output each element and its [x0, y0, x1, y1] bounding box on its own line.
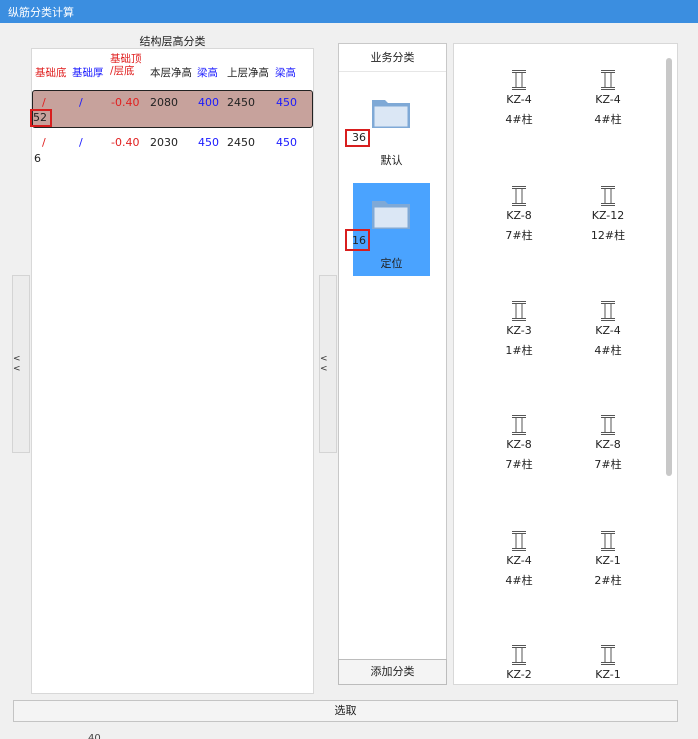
table-cell: 2450 — [227, 96, 255, 109]
column-item[interactable]: KZ-1 — [573, 644, 643, 681]
column-code: KZ-12 — [591, 209, 625, 222]
column-name: 4#柱 — [594, 344, 622, 357]
page-number: 40 — [88, 733, 101, 739]
category-label-default[interactable]: 默认 — [353, 152, 430, 168]
table-cell: / — [79, 96, 83, 109]
i-beam-icon — [601, 301, 615, 321]
category-count: 36 — [352, 131, 366, 144]
column-code: KZ-3 — [506, 324, 532, 337]
i-beam-icon — [601, 531, 615, 551]
table-cell: 450 — [276, 136, 297, 149]
column-code: KZ-8 — [506, 209, 532, 222]
table-cell: 450 — [198, 136, 219, 149]
i-beam-icon — [512, 531, 526, 551]
i-beam-icon — [601, 186, 615, 206]
i-beam-icon — [512, 186, 526, 206]
category-count: 16 — [352, 234, 366, 247]
column-code: KZ-8 — [595, 438, 621, 451]
table-cell: 2450 — [227, 136, 255, 149]
folder-icon[interactable] — [371, 197, 411, 230]
header-foundation-thickness: 基础厚 — [72, 67, 104, 79]
column-code: KZ-4 — [595, 324, 621, 337]
column-item[interactable]: KZ-8 7#柱 — [484, 185, 554, 243]
table-cell: / — [79, 136, 83, 149]
column-code: KZ-1 — [595, 668, 621, 681]
table-cell: 400 — [198, 96, 219, 109]
i-beam-icon — [512, 301, 526, 321]
column-code: KZ-4 — [506, 93, 532, 106]
header-foundation-bottom: 基础底 — [35, 67, 67, 79]
column-item[interactable]: KZ-12 12#柱 — [573, 185, 643, 243]
i-beam-icon — [601, 70, 615, 90]
header-beam-height: 梁高 — [197, 67, 218, 79]
column-item[interactable]: KZ-1 2#柱 — [573, 530, 643, 588]
header-upper-beam-height: 梁高 — [275, 67, 296, 79]
add-category-button[interactable]: 添加分类 — [338, 659, 447, 685]
i-beam-icon — [512, 645, 526, 665]
table-cell: / — [42, 136, 46, 149]
column-name: 7#柱 — [505, 229, 533, 242]
header-foundation-top: 基础顶 /层底 — [110, 53, 142, 77]
table-cell: / — [42, 96, 46, 109]
column-item[interactable]: KZ-3 1#柱 — [484, 300, 554, 358]
header-floor-clear-height: 本层净高 — [150, 67, 192, 79]
folder-icon[interactable] — [371, 96, 411, 129]
column-item[interactable]: KZ-4 4#柱 — [484, 69, 554, 127]
category-label-positioning[interactable]: 定位 — [353, 255, 430, 271]
column-item[interactable]: KZ-2 — [484, 644, 554, 681]
column-code: KZ-4 — [506, 554, 532, 567]
i-beam-icon — [512, 415, 526, 435]
table-cell: -0.40 — [111, 96, 140, 109]
i-beam-icon — [601, 645, 615, 665]
scrollbar-thumb[interactable] — [666, 58, 672, 476]
i-beam-icon — [512, 70, 526, 90]
column-icon-panel: KZ-4 4#柱 KZ-4 4#柱 KZ-8 7#柱 KZ-12 12#柱 KZ… — [453, 43, 678, 685]
row-count: 6 — [34, 152, 41, 165]
column-item[interactable]: KZ-4 4#柱 — [484, 530, 554, 588]
column-name: 7#柱 — [594, 458, 622, 471]
column-item[interactable]: KZ-8 7#柱 — [573, 414, 643, 472]
column-name: 7#柱 — [505, 458, 533, 471]
column-name: 2#柱 — [594, 574, 622, 587]
collapse-middle-button[interactable]: < < — [319, 275, 337, 453]
column-item[interactable]: KZ-8 7#柱 — [484, 414, 554, 472]
column-code: KZ-8 — [506, 438, 532, 451]
column-item[interactable]: KZ-4 4#柱 — [573, 300, 643, 358]
column-name: 4#柱 — [505, 574, 533, 587]
column-name: 12#柱 — [590, 229, 626, 242]
column-name: 4#柱 — [594, 113, 622, 126]
column-code: KZ-1 — [595, 554, 621, 567]
column-code: KZ-4 — [595, 93, 621, 106]
business-panel-title: 业务分类 — [339, 44, 446, 72]
table-cell: 2030 — [150, 136, 178, 149]
i-beam-icon — [601, 415, 615, 435]
row-count: 52 — [33, 111, 47, 124]
table-cell: 450 — [276, 96, 297, 109]
table-cell: 2080 — [150, 96, 178, 109]
table-cell: -0.40 — [111, 136, 140, 149]
column-name: 1#柱 — [505, 344, 533, 357]
header-upper-clear-height: 上层净高 — [227, 67, 269, 79]
column-code: KZ-2 — [506, 668, 532, 681]
structure-panel-title: 结构层高分类 — [139, 35, 206, 48]
column-item[interactable]: KZ-4 4#柱 — [573, 69, 643, 127]
select-button[interactable]: 选取 — [13, 700, 678, 722]
window-title: 纵筋分类计算 — [0, 0, 698, 23]
column-name: 4#柱 — [505, 113, 533, 126]
collapse-left-button[interactable]: < < — [12, 275, 30, 453]
